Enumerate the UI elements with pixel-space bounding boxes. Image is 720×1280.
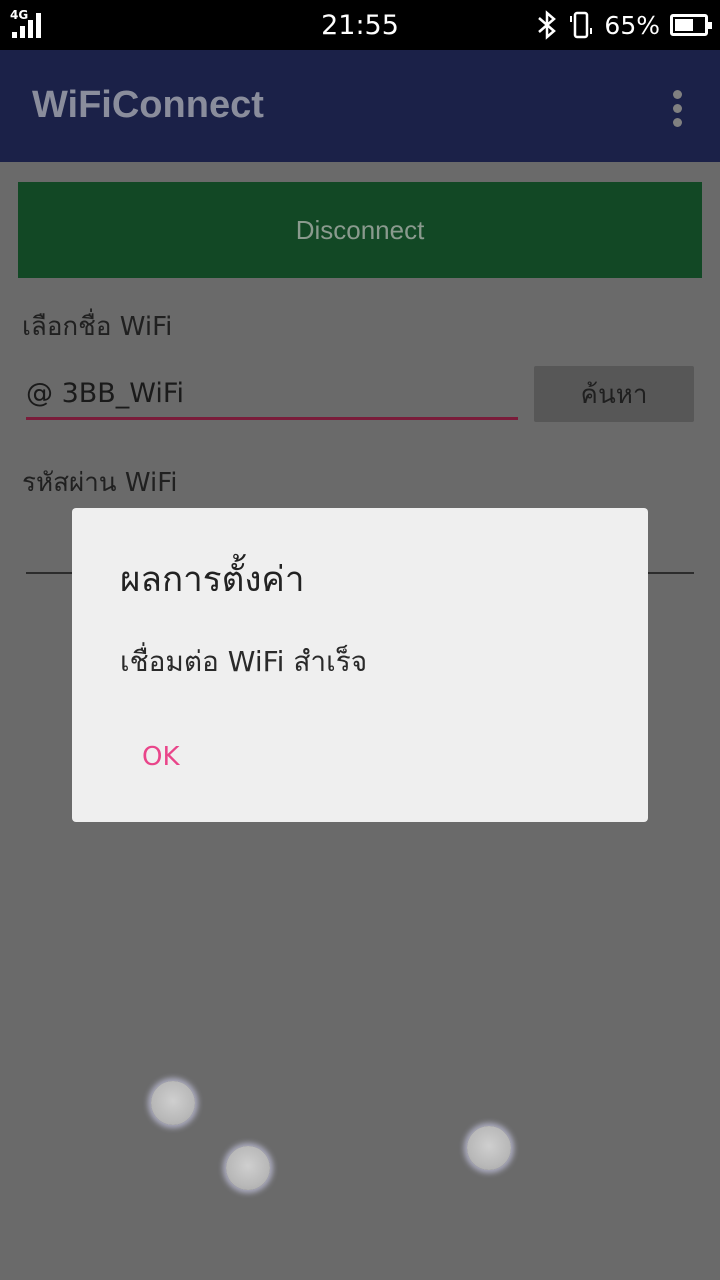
bluetooth-icon bbox=[536, 10, 558, 40]
battery-percent: 65% bbox=[604, 10, 660, 40]
search-button[interactable]: ค้นหา bbox=[534, 366, 694, 422]
touch-indicator bbox=[151, 1081, 195, 1125]
battery-level-fill bbox=[675, 19, 693, 31]
status-bar: 4G 21:55 65% bbox=[0, 0, 720, 50]
touch-indicator bbox=[467, 1126, 511, 1170]
vibrate-icon bbox=[568, 10, 594, 40]
result-dialog: ผลการตั้งค่า เชื่อมต่อ WiFi สำเร็จ OK bbox=[72, 508, 648, 822]
dialog-title: ผลการตั้งค่า bbox=[120, 560, 305, 600]
ssid-field[interactable]: @ 3BB_WiFi bbox=[26, 372, 518, 420]
overflow-menu-icon[interactable] bbox=[666, 88, 690, 128]
app-title: WiFiConnect bbox=[32, 84, 264, 126]
status-icons: 65% bbox=[536, 8, 712, 42]
battery-icon bbox=[670, 14, 712, 36]
app-bar: WiFiConnect bbox=[0, 50, 720, 162]
dialog-message: เชื่อมต่อ WiFi สำเร็จ bbox=[120, 645, 368, 678]
password-label: รหัสผ่าน WiFi bbox=[22, 468, 178, 498]
touch-indicator bbox=[226, 1146, 270, 1190]
disconnect-button[interactable]: Disconnect bbox=[18, 182, 702, 278]
ssid-label: เลือกชื่อ WiFi bbox=[22, 312, 173, 342]
ok-button[interactable]: OK bbox=[142, 742, 180, 772]
